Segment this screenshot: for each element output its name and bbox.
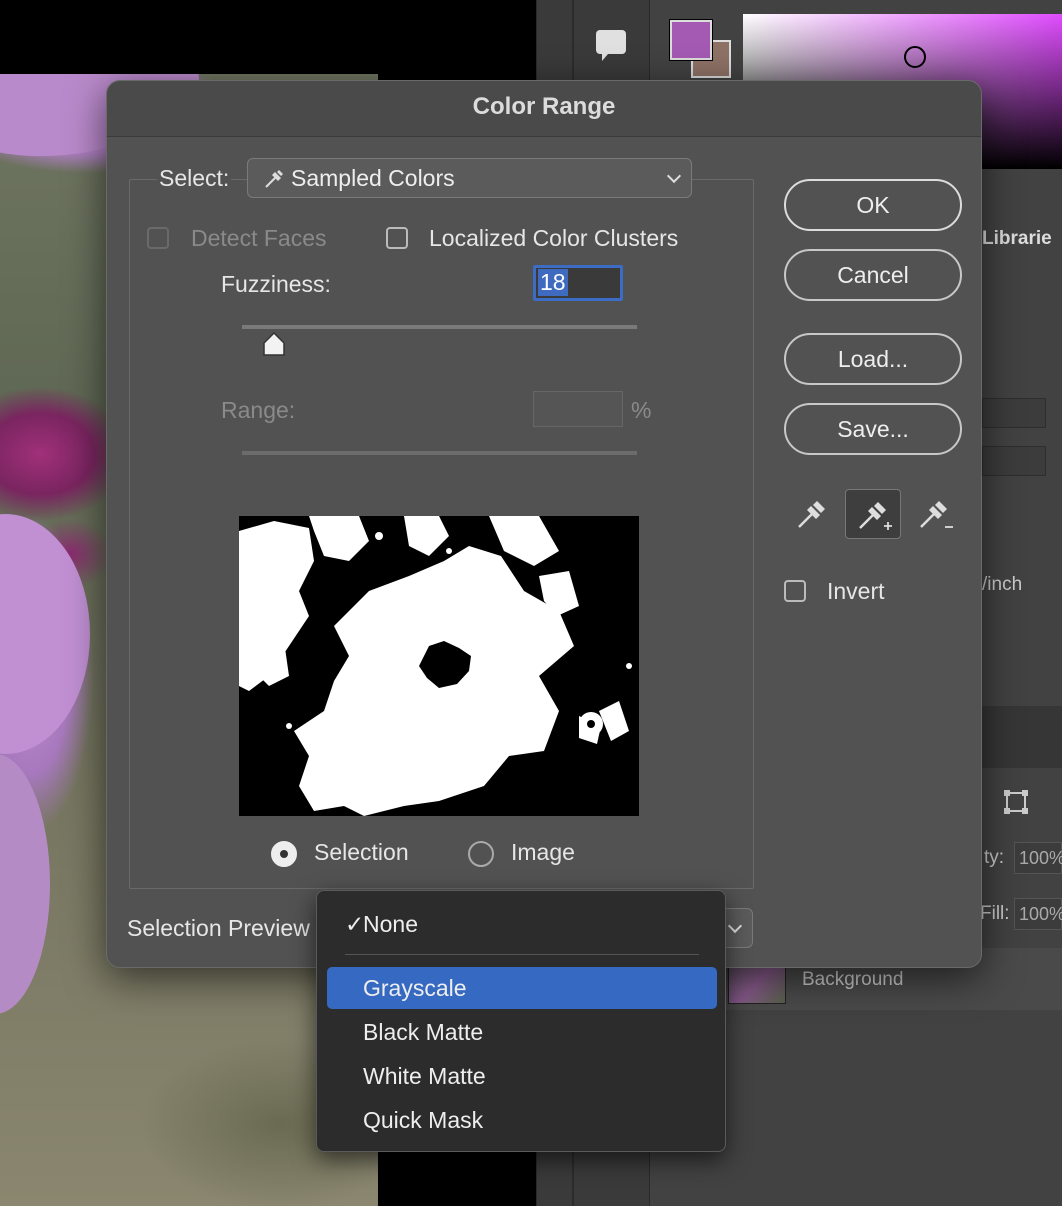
selection-preview-image[interactable] [239,516,639,816]
save-button[interactable]: Save... [784,403,962,455]
color-range-dialog: Color Range Select: Sampled Colors Detec… [106,80,982,968]
comment-icon[interactable] [596,30,626,61]
resolution-unit: /inch [982,574,1023,595]
eyedropper-tool-icon[interactable] [785,489,841,539]
radio-image[interactable] [468,841,494,867]
menu-separator [345,954,699,955]
selection-preview-label: Selection Preview [127,915,310,941]
fuzziness-slider-track[interactable] [242,325,637,329]
cancel-button[interactable]: Cancel [784,249,962,301]
select-label: Select: [157,165,232,192]
load-button[interactable]: Load... [784,333,962,385]
menu-item-none[interactable]: ✓ None [327,903,717,945]
panel-field[interactable] [982,446,1046,476]
radio-selection[interactable] [271,841,297,867]
radio-image-label[interactable]: Image [511,839,575,866]
subtract-from-sample-eyedropper-icon[interactable] [907,489,963,539]
fuzziness-input[interactable]: 18 [533,265,623,301]
layer-name: Background [802,969,904,990]
range-slider-track [242,451,637,455]
tab-libraries[interactable]: Librarie [982,228,1052,250]
select-dropdown[interactable]: Sampled Colors [247,158,692,198]
fuzziness-slider-thumb[interactable] [262,331,286,357]
range-input [533,391,623,427]
checkmark-icon: ✓ [345,911,365,937]
opacity-input[interactable]: 100% [1014,842,1062,874]
localized-clusters-label[interactable]: Localized Color Clusters [429,225,678,252]
range-label: Range: [221,397,296,423]
select-value: Sampled Colors [291,165,455,191]
add-to-sample-eyedropper-icon[interactable] [845,489,901,539]
eyedropper-icon [265,170,283,188]
chevron-down-icon [666,168,682,184]
invert-checkbox[interactable] [784,580,806,602]
menu-item-black-matte[interactable]: Black Matte [327,1011,717,1053]
localized-clusters-checkbox[interactable] [386,227,408,249]
menu-item-grayscale[interactable]: Grayscale [327,967,717,1009]
radio-selection-label[interactable]: Selection [314,839,409,866]
selection-preview-menu: ✓ None Grayscale Black Matte White Matte… [316,890,726,1152]
menu-item-white-matte[interactable]: White Matte [327,1055,717,1097]
fuzziness-label: Fuzziness: [221,271,331,297]
invert-label[interactable]: Invert [827,578,885,605]
detect-faces-label: Detect Faces [191,225,327,251]
menu-item-quick-mask[interactable]: Quick Mask [327,1099,717,1141]
foreground-color-swatch[interactable] [670,20,712,60]
layer-thumbnail [728,962,786,1004]
color-picker-cursor[interactable] [904,46,926,68]
opacity-label: ty: [984,847,1005,868]
fill-input[interactable]: 100% [1014,898,1062,930]
dialog-title: Color Range [472,93,616,120]
panel-field[interactable] [982,398,1046,428]
fuzziness-value: 18 [538,269,568,296]
ok-button[interactable]: OK [784,179,962,231]
chevron-down-icon [727,918,743,934]
range-unit: % [631,397,652,423]
fill-label: Fill: [980,903,1010,924]
transform-icon[interactable] [1004,790,1028,814]
detect-faces-checkbox [147,227,169,249]
